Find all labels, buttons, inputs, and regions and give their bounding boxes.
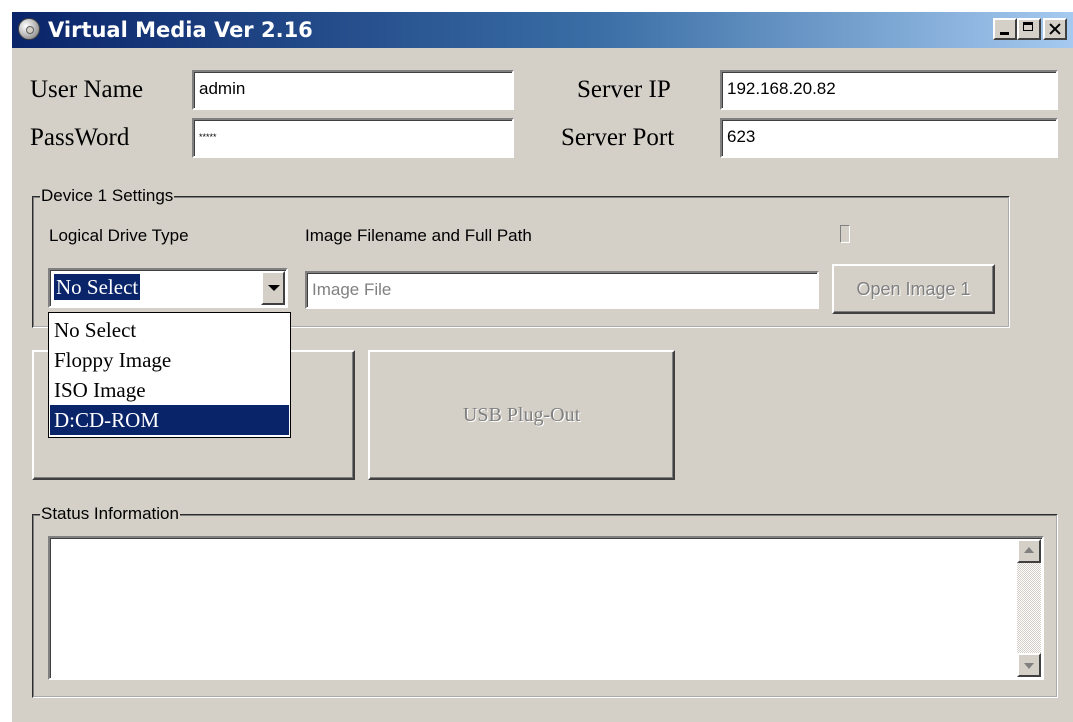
scroll-up-icon[interactable]	[1017, 539, 1041, 563]
drive-type-select[interactable]: No Select	[48, 268, 288, 308]
drive-type-label: Logical Drive Type	[49, 226, 189, 245]
maximize-icon[interactable]	[1017, 18, 1041, 40]
image-file-input[interactable]: Image File	[305, 271, 819, 309]
virtual-media-window: Virtual Media Ver 2.16 User Name admin P…	[10, 10, 1073, 722]
password-field[interactable]: *****	[192, 118, 514, 158]
chevron-down-icon[interactable]	[261, 271, 285, 305]
server-ip-label: Server IP	[577, 76, 671, 103]
username-field[interactable]: admin	[192, 70, 514, 110]
username-label: User Name	[30, 76, 144, 103]
dropdown-option-highlighted[interactable]: D:CD-ROM	[50, 405, 289, 435]
title-bar[interactable]: Virtual Media Ver 2.16	[12, 12, 1073, 48]
image-path-label: Image Filename and Full Path	[305, 226, 532, 245]
device-settings-title: Device 1 Settings	[40, 186, 175, 206]
device-status-indicator[interactable]	[840, 225, 850, 243]
status-group-title: Status Information	[40, 504, 180, 524]
server-ip-field[interactable]: 192.168.20.82	[720, 70, 1058, 110]
drive-type-selected-value: No Select	[54, 274, 141, 300]
disc-icon	[18, 18, 40, 40]
dropdown-option[interactable]: Floppy Image	[50, 345, 289, 375]
vertical-scrollbar[interactable]	[1017, 539, 1041, 677]
minimize-icon[interactable]	[993, 18, 1017, 40]
open-image-button-label: Open Image 1	[856, 279, 971, 299]
drive-type-dropdown: No Select Floppy Image ISO Image D:CD-RO…	[48, 312, 291, 438]
dropdown-option[interactable]: ISO Image	[50, 375, 289, 405]
open-image-button[interactable]: Open Image 1	[832, 264, 995, 314]
usb-plug-out-button[interactable]: USB Plug-Out	[368, 350, 675, 480]
password-label: PassWord	[30, 124, 130, 151]
status-textarea[interactable]	[48, 536, 1044, 680]
usb-plug-out-label: USB Plug-Out	[462, 404, 581, 426]
dropdown-option[interactable]: No Select	[50, 315, 289, 345]
server-port-field[interactable]: 623	[720, 118, 1058, 158]
server-port-label: Server Port	[561, 124, 675, 151]
window-title: Virtual Media Ver 2.16	[48, 18, 313, 42]
close-icon[interactable]	[1043, 18, 1067, 40]
scroll-down-icon[interactable]	[1017, 653, 1041, 677]
